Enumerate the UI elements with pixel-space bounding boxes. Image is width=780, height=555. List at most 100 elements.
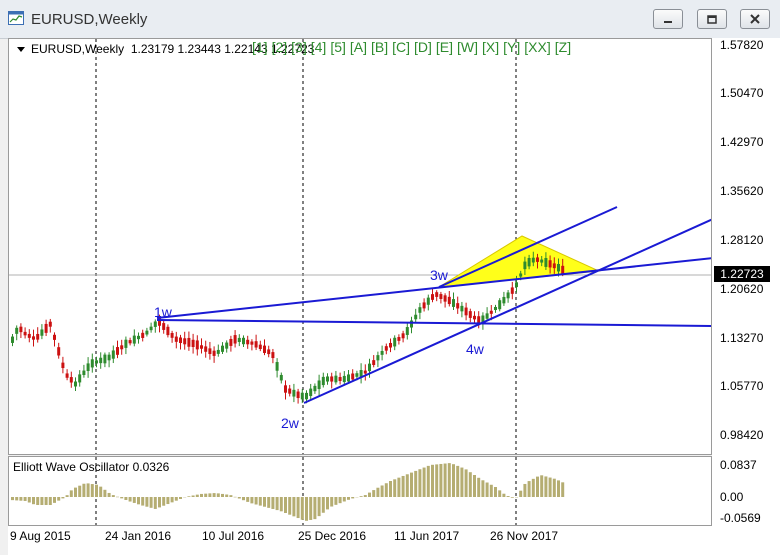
oscillator-bar bbox=[267, 497, 271, 508]
candle bbox=[489, 310, 493, 314]
oscillator-bar bbox=[321, 497, 325, 513]
time-label: 24 Jan 2016 bbox=[105, 529, 172, 543]
candle bbox=[426, 297, 430, 305]
oscillator-bar bbox=[422, 467, 426, 497]
oscillator-bar bbox=[435, 464, 439, 497]
oscillator-bar bbox=[44, 497, 48, 505]
candle bbox=[334, 375, 338, 383]
restore-button[interactable] bbox=[697, 9, 727, 29]
candle bbox=[464, 307, 468, 316]
oscillator-bar bbox=[27, 497, 31, 503]
oscillator-bar bbox=[233, 496, 237, 498]
price-label: 1.28120 bbox=[720, 233, 764, 247]
wave-label-button[interactable]: [XX] bbox=[524, 39, 550, 55]
candle bbox=[393, 337, 397, 347]
time-label: 9 Aug 2015 bbox=[10, 529, 71, 543]
candle bbox=[95, 360, 98, 364]
candle bbox=[300, 392, 304, 400]
oscillator-bar bbox=[179, 497, 182, 499]
oscillator-bar bbox=[405, 474, 409, 497]
oscillator-bar bbox=[111, 495, 115, 497]
oscillator-bar bbox=[229, 495, 233, 497]
window-titlebar: EURUSD,Weekly bbox=[0, 0, 780, 39]
candle bbox=[208, 348, 212, 355]
oscillator-bar bbox=[57, 497, 61, 501]
candle bbox=[116, 347, 119, 355]
oscillator-bar bbox=[510, 497, 514, 498]
oscillator-bar bbox=[288, 497, 292, 515]
candle bbox=[132, 335, 136, 344]
oscillator-bar bbox=[250, 497, 254, 504]
candle bbox=[435, 292, 439, 297]
candle bbox=[389, 342, 392, 348]
candle bbox=[506, 292, 510, 299]
restore-icon bbox=[707, 15, 717, 24]
oscillator-bar bbox=[90, 484, 94, 497]
wave-label-button[interactable]: [C] bbox=[392, 39, 410, 55]
wave-label-button[interactable]: [3] bbox=[291, 39, 307, 55]
wave-label-button[interactable]: [W] bbox=[457, 39, 478, 55]
oscillator-bar bbox=[544, 476, 548, 497]
candle bbox=[258, 344, 262, 349]
oscillator-bar bbox=[99, 486, 103, 497]
minimize-icon bbox=[664, 21, 672, 23]
wave-label-button[interactable]: [4] bbox=[311, 39, 327, 55]
wave-label-button[interactable]: [A] bbox=[350, 39, 367, 55]
oscillator-bar bbox=[317, 497, 321, 517]
oscillator-bar bbox=[342, 497, 346, 502]
oscillator-bar bbox=[69, 490, 73, 497]
price-chart[interactable]: EURUSD,Weekly 1.23179 1.23443 1.22143 1.… bbox=[8, 38, 712, 455]
candle bbox=[531, 257, 535, 263]
candle bbox=[460, 305, 464, 312]
oscillator-bar bbox=[447, 463, 451, 497]
wave-label-button[interactable]: [1] bbox=[252, 39, 268, 55]
oscillator-bar bbox=[275, 497, 279, 511]
window-title: EURUSD,Weekly bbox=[31, 11, 148, 28]
oscillator-bar bbox=[78, 485, 82, 497]
candle bbox=[552, 263, 556, 269]
wave-label-button[interactable]: [D] bbox=[414, 39, 432, 55]
wave-label-button[interactable]: [X] bbox=[482, 39, 499, 55]
candle bbox=[321, 376, 325, 386]
candle bbox=[536, 257, 539, 262]
candle bbox=[74, 381, 77, 387]
candle bbox=[23, 331, 27, 336]
wave-label-button[interactable]: [B] bbox=[371, 39, 388, 55]
oscillator-bar bbox=[330, 497, 334, 507]
wave-label-button[interactable]: [2] bbox=[272, 39, 288, 55]
dropdown-arrow-icon[interactable] bbox=[17, 47, 25, 53]
oscillator-bar bbox=[23, 497, 27, 501]
wave-mark-2w: 2w bbox=[281, 415, 299, 431]
candle bbox=[510, 287, 514, 294]
wave-label-button[interactable]: [5] bbox=[330, 39, 346, 55]
candle bbox=[267, 349, 271, 355]
candle bbox=[271, 352, 275, 359]
candle bbox=[523, 261, 527, 270]
close-button[interactable] bbox=[740, 9, 770, 29]
oscillator-bar bbox=[19, 497, 23, 501]
oscillator-bar bbox=[338, 497, 342, 504]
candle bbox=[204, 346, 208, 352]
candle bbox=[107, 354, 111, 361]
candle bbox=[313, 385, 317, 392]
candle bbox=[53, 334, 56, 340]
oscillator-bar bbox=[284, 497, 287, 513]
candle bbox=[246, 339, 250, 345]
wave-label-button[interactable]: [Z] bbox=[555, 39, 571, 55]
wave-label-button[interactable]: [E] bbox=[436, 39, 453, 55]
candle bbox=[515, 282, 518, 288]
wave-label-toolbar: [1] [2] [3] [4] [5] [A] [B] [C] [D] [E] [W] [X] [Y][… bbox=[252, 39, 575, 55]
trendline-horizontal[interactable] bbox=[156, 319, 712, 327]
time-scale[interactable]: 9 Aug 2015 24 Jan 2016 10 Jul 2016 25 De… bbox=[8, 526, 780, 555]
oscillator-bar bbox=[120, 497, 124, 499]
candle bbox=[225, 342, 229, 349]
minimize-button[interactable] bbox=[653, 9, 683, 29]
oscillator-bar bbox=[53, 497, 56, 503]
wave-label-button[interactable]: [Y] bbox=[503, 39, 520, 55]
candle bbox=[447, 296, 451, 305]
oscillator-panel[interactable]: Elliott Wave Oscillator 0.0326 bbox=[8, 456, 712, 526]
candle bbox=[275, 362, 279, 371]
oscillator-bar bbox=[531, 478, 535, 497]
price-scale[interactable]: 1.57820 1.50470 1.42970 1.35620 1.28120 … bbox=[712, 38, 780, 526]
candle bbox=[422, 302, 426, 309]
